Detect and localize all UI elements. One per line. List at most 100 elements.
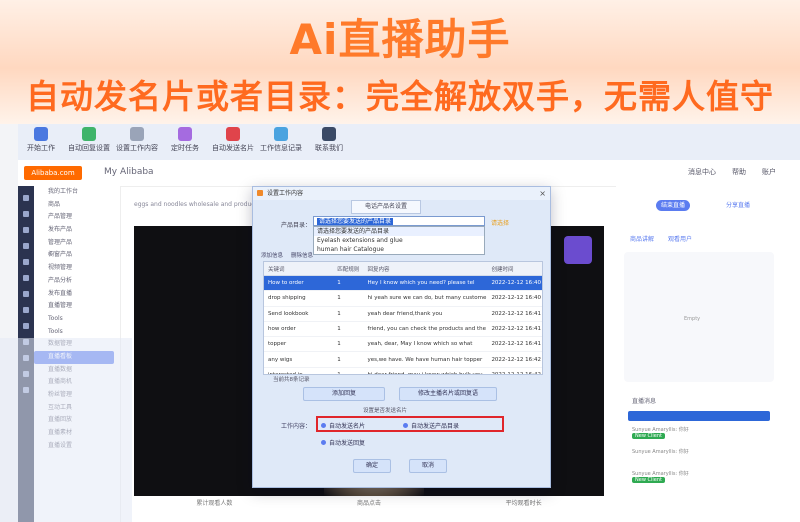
toolbar-icon (322, 127, 336, 141)
cell-rule: 1 (333, 321, 364, 338)
message-item: Sunyue Amaryllis: 你好 (632, 449, 689, 455)
finance-icon[interactable] (23, 323, 29, 329)
table-footer: 当前共8条记录 (273, 377, 310, 383)
table-row[interactable]: topper 1 yeah, dear, May I know which so w… (264, 336, 542, 353)
end-live-button[interactable]: 结束直播 (656, 200, 690, 211)
toolbar-label: 设置工作内容 (116, 144, 158, 152)
highlight-box (316, 416, 504, 432)
cancel-button[interactable]: 取消 (409, 459, 447, 473)
side-menu-item[interactable]: 管理产品 (34, 237, 120, 250)
product-list-card: Empty (624, 252, 774, 382)
close-icon[interactable]: × (539, 187, 546, 200)
cell-keyword: Send lookbook (264, 306, 334, 322)
share-live-button[interactable]: 分享直播 (716, 200, 760, 211)
cell-keyword: interested in (264, 367, 334, 374)
customer-icon[interactable] (23, 307, 29, 313)
table-row[interactable]: Send lookbook 1 yeah dear friend,thank you… (264, 306, 542, 322)
side-menu-item[interactable]: 直播管理 (34, 300, 120, 313)
assistant-toolbar: 开始工作 自动回复设置 设置工作内容 定时任务 自动发送名片 工作信息记录 联系我们 (18, 124, 800, 160)
dialog-title: 设置工作内容 (267, 190, 304, 197)
alibaba-logo[interactable]: Alibaba.com (24, 166, 82, 180)
work-content-label: 工作内容： (281, 423, 312, 430)
nav-link-messages[interactable]: 消息中心 (688, 167, 716, 177)
tab-products[interactable]: 商品讲解 (630, 234, 654, 243)
side-menu-item[interactable]: 发布产品 (34, 224, 120, 237)
message-highlight (628, 411, 770, 421)
toolbar-button[interactable]: 定时任务 (164, 124, 206, 153)
app-icon (257, 190, 263, 196)
side-menu-item[interactable]: 发布直播 (34, 288, 120, 301)
order-icon[interactable] (23, 227, 29, 233)
live-badge-icon (564, 236, 592, 264)
catalog-option[interactable]: Eyelash extensions and glue (314, 236, 484, 245)
cell-keyword: topper (264, 336, 334, 353)
empty-text: Empty (684, 316, 701, 322)
col-time[interactable]: 创建时间 (487, 262, 542, 276)
side-menu-item[interactable]: Tools (34, 326, 120, 339)
option-auto-reply[interactable]: 自动发送回复 (321, 438, 365, 447)
col-rule[interactable]: 匹配规则 (333, 262, 364, 276)
cell-keyword: any wigs (264, 351, 334, 368)
catalog-label: 产品目录： (281, 222, 312, 229)
toolbar-button[interactable]: 开始工作 (20, 124, 62, 153)
catalog-dropdown: 请选择您要发送的产品目录 Eyelash extensions and glue… (313, 226, 485, 255)
table-row[interactable]: interested in 1 hi dear friend, may i know… (264, 367, 542, 374)
side-menu-item[interactable]: 产品分析 (34, 275, 120, 288)
nav-link-account[interactable]: 账户 (762, 167, 776, 177)
home-icon[interactable] (23, 195, 29, 201)
tab-viewers[interactable]: 观看用户 (668, 234, 692, 243)
toolbar-icon (82, 127, 96, 141)
message-icon[interactable] (23, 243, 29, 249)
delete-record-button[interactable]: 删除信息 (291, 251, 313, 259)
toolbar-label: 定时任务 (171, 144, 199, 152)
cell-reply: Hey I know which you need? please tel (363, 275, 488, 292)
toolbar-button[interactable]: 设置工作内容 (116, 124, 158, 153)
toolbar-button[interactable]: 自动回复设置 (68, 124, 110, 153)
ok-button[interactable]: 确定 (353, 459, 391, 473)
catalog-select[interactable]: 请选择您要发送的产品目录 (313, 216, 485, 226)
cell-time: 2022-12-12 16:42 (487, 351, 542, 368)
table-row[interactable]: any wigs 1 yes,we have. We have human hair… (264, 351, 542, 368)
add-record-button[interactable]: 添加信息 (261, 251, 283, 259)
new-client-badge: New Client (632, 433, 665, 439)
cell-time: 2022-12-12 16:41 (487, 336, 542, 353)
toolbar-button[interactable]: 工作信息记录 (260, 124, 302, 153)
edit-card-button[interactable]: 修改主播名片或回复语 (399, 387, 497, 401)
tab-product-settings[interactable]: 电话产品名设置 (351, 200, 421, 214)
cell-time: 2022-12-12 16:40 (487, 275, 542, 292)
top-nav: Alibaba.com My Alibaba 消息中心 帮助 账户 (18, 160, 800, 187)
banner-subtitle: 自动发名片或者目录：完全解放双手，无需人值守 (26, 77, 774, 116)
toolbar-button[interactable]: 联系我们 (308, 124, 350, 153)
banner-title: Ai直播助手 (289, 15, 511, 64)
cell-reply: friend, you can check the products and t… (363, 321, 488, 338)
marketing-icon[interactable] (23, 291, 29, 297)
side-menu-item[interactable]: 产品管理 (34, 211, 120, 224)
cell-rule: 1 (333, 336, 364, 353)
cell-keyword: how order (264, 321, 334, 338)
cell-time: 2022-12-12 16:42 (487, 367, 542, 374)
toolbar-button[interactable]: 自动发送名片 (212, 124, 254, 153)
nav-link-help[interactable]: 帮助 (732, 167, 746, 177)
catalog-option[interactable]: human hair Catalogue (314, 245, 484, 254)
side-menu-item[interactable]: 视频管理 (34, 262, 120, 275)
toolbar-icon (178, 127, 192, 141)
catalog-option[interactable]: 请选择您要发送的产品目录 (314, 227, 484, 236)
data-icon[interactable] (23, 275, 29, 281)
catalog-hint: 请选择 (491, 220, 510, 227)
add-reply-button[interactable]: 添加回复 (303, 387, 385, 401)
col-keyword[interactable]: 关键词 (264, 262, 334, 276)
table-row[interactable]: How to order 1 Hey I know which you need? … (264, 275, 542, 292)
side-menu-item[interactable]: 橱窗产品 (34, 249, 120, 262)
cell-rule: 1 (333, 306, 364, 322)
cell-reply: hi yeah sure we can do, but many custome (363, 290, 488, 307)
side-menu-item[interactable]: Tools (34, 313, 120, 326)
side-menu-item[interactable]: 商品 (34, 199, 120, 212)
table-row[interactable]: drop shipping 1 hi yeah sure we can do, bu… (264, 290, 542, 307)
product-icon[interactable] (23, 211, 29, 217)
cell-time: 2022-12-12 16:40 (487, 290, 542, 307)
col-reply[interactable]: 回复内容 (363, 262, 488, 276)
side-menu-item[interactable]: 我的工作台 (34, 186, 120, 199)
right-panel: 结束直播 分享直播 商品讲解 观看用户 Empty 直播消息 Sunyue Am… (616, 186, 800, 522)
table-row[interactable]: how order 1 friend, you can check the prod… (264, 321, 542, 338)
live-icon[interactable] (23, 259, 29, 265)
